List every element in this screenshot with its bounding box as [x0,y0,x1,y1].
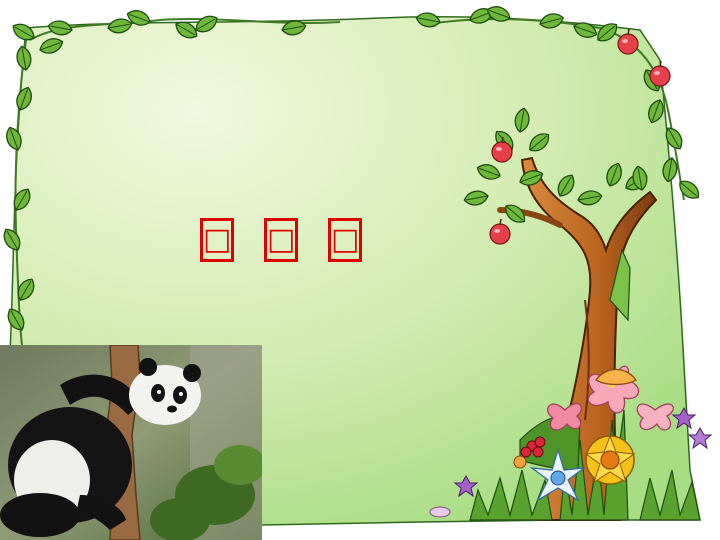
panda-climbing-tree-photo [0,345,262,540]
title-char-1: □ [200,218,234,262]
slide-title: □ □ □ [200,218,410,274]
slide: □ □ □ [0,0,720,540]
title-char-3: □ [328,218,362,262]
title-char-2: □ [264,218,298,262]
